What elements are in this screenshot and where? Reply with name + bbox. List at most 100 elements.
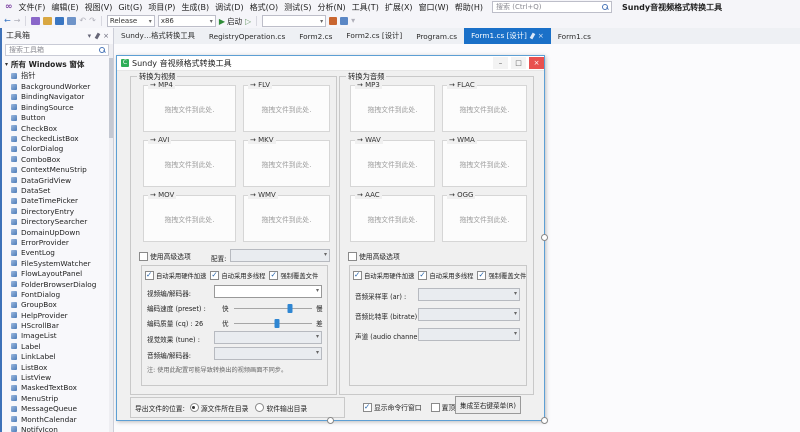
toolbox-item[interactable]: ImageList [0, 331, 113, 341]
toolbox-item[interactable]: ContextMenuStrip [0, 165, 113, 175]
forms-designer-surface[interactable]: C Sundy 音视频格式转换工具 – □ × 转换为视频 [114, 44, 800, 432]
advanced-option-checkbox[interactable]: 自动采用多线程 [210, 271, 265, 280]
output-location-radio[interactable]: 软件输出目录 [255, 403, 307, 413]
toolbox-item[interactable]: EventLog [0, 248, 113, 258]
toolbox-item[interactable]: BackgroundWorker [0, 81, 113, 91]
navigate-back-icon[interactable]: ← [4, 16, 11, 26]
toolbox-item[interactable]: MessageQueue [0, 404, 113, 414]
toolbox-item[interactable]: ComboBox [0, 154, 113, 164]
format-drop-zone[interactable]: → MOV 拖拽文件到此处. [143, 195, 236, 242]
use-advanced-options-checkbox[interactable]: 使用高级选项 [139, 251, 191, 261]
toolbox-section-header[interactable]: ▾ 所有 Windows 窗体 [0, 58, 113, 71]
menu-item[interactable]: 项目(P) [145, 2, 178, 13]
document-tab[interactable]: Form2.cs [设计] × [339, 28, 409, 44]
format-drop-zone[interactable]: → WMA 拖拽文件到此处. [442, 140, 527, 187]
start-without-debugging-icon[interactable]: ▷ [245, 17, 251, 26]
advanced-option-checkbox[interactable]: 自动采用多线程 [418, 271, 473, 280]
toolbox-item[interactable]: HelpProvider [0, 310, 113, 320]
toolbox-item[interactable]: FlowLayoutPanel [0, 268, 113, 278]
menu-item[interactable]: 分析(N) [314, 2, 348, 13]
bitrate-dropdown[interactable] [418, 308, 520, 321]
slider-thumb[interactable] [274, 319, 279, 328]
menu-item[interactable]: 调试(D) [212, 2, 246, 13]
redo-icon[interactable]: ↷ [89, 16, 96, 26]
close-icon[interactable]: × [529, 57, 544, 69]
toolbox-item[interactable]: Button [0, 113, 113, 123]
toolbox-scrollbar[interactable] [109, 44, 113, 432]
menu-item[interactable]: 视图(V) [82, 2, 116, 13]
document-tab[interactable]: Sundy…格式转换工具 × [114, 28, 202, 44]
maximize-icon[interactable]: □ [511, 57, 526, 69]
integrate-context-menu-button[interactable]: 集成至右键菜单(R) [455, 396, 521, 414]
save-icon[interactable] [55, 17, 64, 25]
document-tab[interactable]: RegistryOperation.cs × [202, 28, 292, 44]
close-icon[interactable]: × [538, 32, 544, 40]
toolbox-item[interactable]: MaskedTextBox [0, 383, 113, 393]
document-tab[interactable]: Form2.cs × [292, 28, 339, 44]
toolbox-item[interactable]: ErrorProvider [0, 237, 113, 247]
more-tools-icon[interactable]: ▾ [351, 16, 355, 26]
toolbox-item[interactable]: BindingNavigator [0, 92, 113, 102]
menu-item[interactable]: Git(G) [115, 3, 145, 12]
profile-dropdown[interactable] [230, 249, 330, 262]
minimize-icon[interactable]: – [493, 57, 508, 69]
document-tab[interactable]: Form1.cs × [551, 28, 598, 44]
solution-platform-dropdown[interactable]: x86▾ [158, 15, 216, 27]
save-all-icon[interactable] [67, 17, 76, 25]
toolbox-item[interactable]: BindingSource [0, 102, 113, 112]
window-position-icon[interactable]: ▾ [88, 32, 92, 40]
format-drop-zone[interactable]: → OGG 拖拽文件到此处. [442, 195, 527, 242]
menu-item[interactable]: 测试(S) [281, 2, 314, 13]
format-drop-zone[interactable]: → AAC 拖拽文件到此处. [350, 195, 435, 242]
menu-item[interactable]: 生成(B) [178, 2, 212, 13]
toolbox-item[interactable]: ListView [0, 372, 113, 382]
undo-icon[interactable]: ↶ [79, 16, 86, 26]
toolbox-item[interactable]: FileSystemWatcher [0, 258, 113, 268]
resize-handle-right[interactable] [541, 234, 548, 241]
format-drop-zone[interactable]: → MP3 拖拽文件到此处. [350, 85, 435, 132]
toolbox-item[interactable]: MonthCalendar [0, 414, 113, 424]
tune-dropdown[interactable] [214, 331, 322, 344]
resize-handle-corner[interactable] [541, 417, 548, 424]
advanced-option-checkbox[interactable]: 强制覆盖文件 [477, 271, 526, 280]
navigate-forward-icon[interactable]: → [14, 16, 21, 26]
advanced-option-checkbox[interactable]: 自动采用硬件加速 [353, 271, 414, 280]
format-drop-zone[interactable]: → FLAC 拖拽文件到此处. [442, 85, 527, 132]
designed-form[interactable]: C Sundy 音视频格式转换工具 – □ × 转换为视频 [116, 55, 545, 421]
toolbox-item[interactable]: DataGridView [0, 175, 113, 185]
cq-slider[interactable] [234, 323, 312, 324]
format-drop-zone[interactable]: → AVI 拖拽文件到此处. [143, 140, 236, 187]
toolbox-item[interactable]: MenuStrip [0, 393, 113, 403]
resize-handle-bottom[interactable] [327, 417, 334, 424]
toolbox-item[interactable]: FontDialog [0, 289, 113, 299]
toolbox-item[interactable]: DirectoryEntry [0, 206, 113, 216]
advanced-option-checkbox[interactable]: 自动采用硬件加速 [145, 271, 206, 280]
toolbox-item[interactable]: DataSet [0, 185, 113, 195]
output-location-radio[interactable]: 源文件所在目录 [190, 403, 249, 413]
format-drop-zone[interactable]: → WAV 拖拽文件到此处. [350, 140, 435, 187]
use-advanced-options-checkbox[interactable]: 使用高级选项 [348, 251, 400, 261]
toolbar-combo-empty[interactable]: ▾ [262, 15, 326, 27]
solution-configuration-dropdown[interactable]: Release▾ [107, 15, 155, 27]
format-drop-zone[interactable]: → WMV 拖拽文件到此处. [243, 195, 330, 242]
bottom-option-checkbox[interactable]: 显示命令行窗口 [363, 402, 422, 412]
toolbox-item[interactable]: ListBox [0, 362, 113, 372]
toolbox-item[interactable]: 指针 [0, 71, 113, 81]
menu-item[interactable]: 窗口(W) [416, 2, 452, 13]
format-drop-zone[interactable]: → MP4 拖拽文件到此处. [143, 85, 236, 132]
menu-item[interactable]: 扩展(X) [382, 2, 416, 13]
advanced-option-checkbox[interactable]: 强制覆盖文件 [269, 271, 318, 280]
menu-item[interactable]: 文件(F) [16, 2, 49, 13]
menu-item[interactable]: 格式(O) [247, 2, 282, 13]
audio-codec-dropdown[interactable] [214, 347, 322, 360]
toolbox-item[interactable]: DateTimePicker [0, 196, 113, 206]
start-debugging-button[interactable]: ▶ 启动 [219, 16, 242, 27]
menu-item[interactable]: 工具(T) [349, 2, 382, 13]
open-file-icon[interactable] [43, 17, 52, 25]
sample-rate-dropdown[interactable] [418, 288, 520, 301]
slider-thumb[interactable] [288, 304, 293, 313]
toolbox-item[interactable]: Label [0, 341, 113, 351]
channel-dropdown[interactable] [418, 328, 520, 341]
toolbox-item[interactable]: DomainUpDown [0, 227, 113, 237]
close-icon[interactable]: × [103, 32, 109, 40]
